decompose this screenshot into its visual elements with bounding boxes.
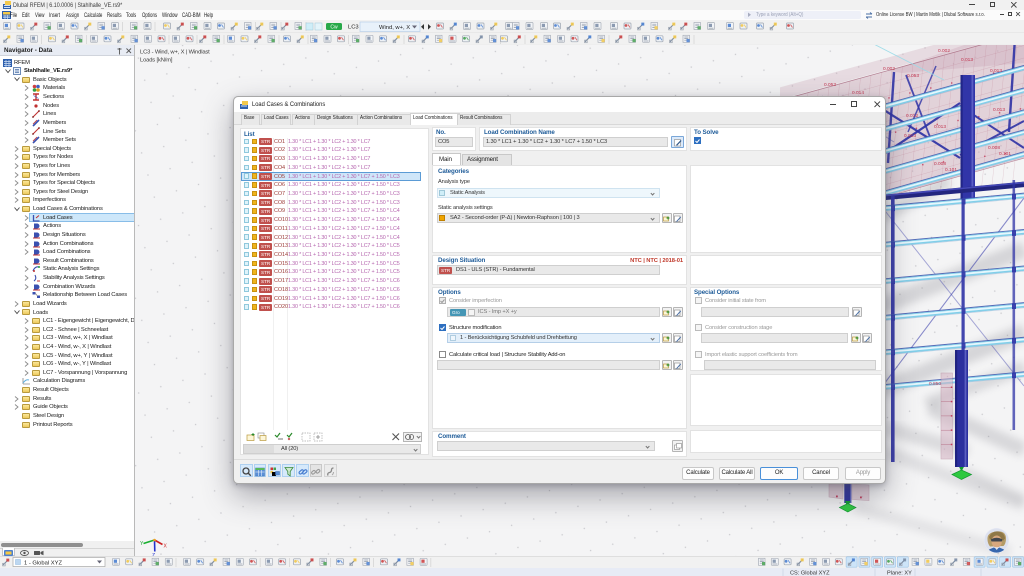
svg-text:0.002: 0.002 <box>883 66 895 72</box>
svg-text:0.012: 0.012 <box>906 113 918 119</box>
svg-text:1 - Global XYZ: 1 - Global XYZ <box>24 561 62 567</box>
svg-text:Cw: Cw <box>330 24 338 30</box>
svg-text:0.013: 0.013 <box>934 124 946 130</box>
svg-text:0.008: 0.008 <box>988 145 1000 151</box>
svg-text:Wind, w+, X: Wind, w+, X <box>379 24 410 30</box>
svg-text:0.013: 0.013 <box>990 68 1002 74</box>
svg-text:0.101: 0.101 <box>945 167 957 173</box>
svg-text:Loads [kN/m]: Loads [kN/m] <box>140 58 173 64</box>
svg-text:0.008: 0.008 <box>934 161 946 167</box>
svg-text:0.013: 0.013 <box>961 57 973 63</box>
svg-text:0.013: 0.013 <box>993 107 1005 113</box>
svg-text:0.053: 0.053 <box>824 82 836 88</box>
svg-text:LC3 - Wind, w+, X | Windlast: LC3 - Wind, w+, X | Windlast <box>140 50 210 56</box>
svg-text:0.053: 0.053 <box>907 73 919 79</box>
svg-text:Plane: XY: Plane: XY <box>887 570 912 576</box>
svg-text:0.101: 0.101 <box>999 151 1011 157</box>
svg-text:0.013: 0.013 <box>904 133 916 139</box>
svg-text:0.850: 0.850 <box>929 381 941 387</box>
svg-text:0.002: 0.002 <box>938 48 950 54</box>
svg-text:LC3: LC3 <box>348 24 359 30</box>
svg-text:CS: Global XYZ: CS: Global XYZ <box>790 570 830 576</box>
